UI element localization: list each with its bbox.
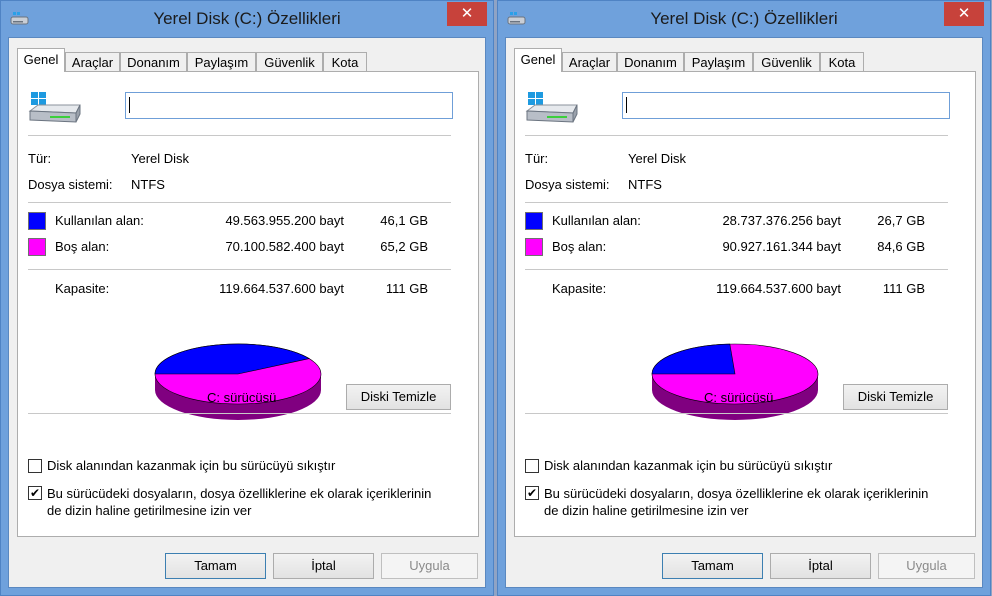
close-icon: ✕ [957,4,971,22]
tab-kota[interactable]: Kota [323,52,367,71]
allow-indexing-label-line1: Bu sürücüdeki dosyaların, dosya özellikl… [47,486,432,501]
close-button[interactable]: ✕ [447,2,487,26]
disk-usage-pie-chart [651,343,819,420]
window-title: Yerel Disk (C:) Özellikleri [153,9,341,28]
tab-araclar[interactable]: Araçlar [65,52,120,71]
separator [525,202,948,203]
capacity-bytes: 119.664.537.600 bayt [716,281,841,296]
type-label: Tür: [525,151,549,166]
file-system-value: NTFS [628,177,662,192]
capacity-size: 111 GB [385,281,428,296]
disk-cleanup-button[interactable]: Diski Temizle [346,384,451,410]
type-value: Yerel Disk [628,151,687,166]
used-space-label: Kullanılan alan: [55,213,144,228]
hard-drive-icon [28,92,81,123]
capacity-bytes: 119.664.537.600 bayt [219,281,344,296]
separator [525,269,948,270]
window-title: Yerel Disk (C:) Özellikleri [650,9,838,28]
tab-genel[interactable]: Genel [514,48,562,72]
used-space-size: 26,7 GB [877,213,925,228]
dialog-client: Genel Araçlar Donanım Paylaşım Güvenlik … [8,37,486,588]
properties-window-left: Yerel Disk (C:) Özellikleri ✕ Genel Araç… [0,0,494,596]
used-space-bytes: 49.563.955.200 bayt [225,213,344,228]
apply-button: Uygula [381,553,478,579]
free-space-label: Boş alan: [552,239,607,254]
checkmark-icon: ✔ [29,486,41,500]
separator [28,135,451,136]
compress-drive-checkbox[interactable] [525,459,539,473]
used-space-bytes: 28.737.376.256 bayt [722,213,841,228]
pie-used-slice [651,343,736,375]
separator [525,135,948,136]
disk-cleanup-button[interactable]: Diski Temizle [843,384,948,410]
allow-indexing-label-line2: de dizin haline getirilmesine izin ver [544,503,749,518]
general-tab-panel: Tür: Yerel Disk Dosya sistemi: NTFS Kull… [17,71,479,537]
free-space-label: Boş alan: [55,239,110,254]
used-space-swatch [28,212,46,230]
compress-drive-checkbox[interactable] [28,459,42,473]
separator [525,413,948,414]
allow-indexing-label[interactable]: Bu sürücüdeki dosyaların, dosya özellikl… [47,485,431,519]
separator [28,269,451,270]
text-caret [129,97,130,113]
drive-letter-label: C: sürücüsü [704,390,774,405]
dialog-client: Genel Araçlar Donanım Paylaşım Güvenlik … [505,37,983,588]
allow-indexing-label[interactable]: Bu sürücüdeki dosyaların, dosya özellikl… [544,485,928,519]
tab-araclar[interactable]: Araçlar [562,52,617,71]
tab-kota[interactable]: Kota [820,52,864,71]
file-system-label: Dosya sistemi: [525,177,610,192]
title-bar[interactable]: Yerel Disk (C:) Özellikleri ✕ [498,1,990,37]
cancel-button[interactable]: İptal [273,553,374,579]
ok-button[interactable]: Tamam [165,553,266,579]
free-space-size: 65,2 GB [380,239,428,254]
volume-name-input[interactable] [125,92,453,119]
tab-guvenlik[interactable]: Güvenlik [753,52,820,71]
allow-indexing-label-line1: Bu sürücüdeki dosyaların, dosya özellikl… [544,486,929,501]
tab-donanim[interactable]: Donanım [120,52,187,71]
hard-drive-icon [525,92,578,123]
allow-indexing-label-line2: de dizin haline getirilmesine izin ver [47,503,252,518]
compress-drive-label[interactable]: Disk alanından kazanmak için bu sürücüyü… [544,458,832,473]
general-tab-panel: Tür: Yerel Disk Dosya sistemi: NTFS Kull… [514,71,976,537]
used-space-swatch [525,212,543,230]
ok-button[interactable]: Tamam [662,553,763,579]
allow-indexing-checkbox[interactable]: ✔ [28,486,42,500]
capacity-size: 111 GB [882,281,925,296]
checkmark-icon: ✔ [526,486,538,500]
separator [28,413,451,414]
title-bar[interactable]: Yerel Disk (C:) Özellikleri ✕ [1,1,493,37]
capacity-label: Kapasite: [552,281,607,296]
free-space-size: 84,6 GB [877,239,925,254]
volume-name-input[interactable] [622,92,950,119]
type-label: Tür: [28,151,52,166]
capacity-label: Kapasite: [55,281,110,296]
tab-paylasim[interactable]: Paylaşım [684,52,753,71]
type-value: Yerel Disk [131,151,190,166]
text-caret [626,97,627,113]
cancel-button[interactable]: İptal [770,553,871,579]
file-system-value: NTFS [131,177,165,192]
free-space-swatch [28,238,46,256]
compress-drive-label[interactable]: Disk alanından kazanmak için bu sürücüyü… [47,458,335,473]
disk-usage-pie-chart [154,343,322,420]
file-system-label: Dosya sistemi: [28,177,113,192]
tab-genel[interactable]: Genel [17,48,65,72]
close-icon: ✕ [460,4,474,22]
used-space-label: Kullanılan alan: [552,213,641,228]
tab-guvenlik[interactable]: Güvenlik [256,52,323,71]
free-space-swatch [525,238,543,256]
free-space-bytes: 70.100.582.400 bayt [225,239,344,254]
allow-indexing-checkbox[interactable]: ✔ [525,486,539,500]
drive-letter-label: C: sürücüsü [207,390,277,405]
properties-window-right: Yerel Disk (C:) Özellikleri ✕ Genel Araç… [497,0,991,596]
close-button[interactable]: ✕ [944,2,984,26]
apply-button: Uygula [878,553,975,579]
tab-donanim[interactable]: Donanım [617,52,684,71]
used-space-size: 46,1 GB [380,213,428,228]
tab-paylasim[interactable]: Paylaşım [187,52,256,71]
free-space-bytes: 90.927.161.344 bayt [722,239,841,254]
separator [28,202,451,203]
